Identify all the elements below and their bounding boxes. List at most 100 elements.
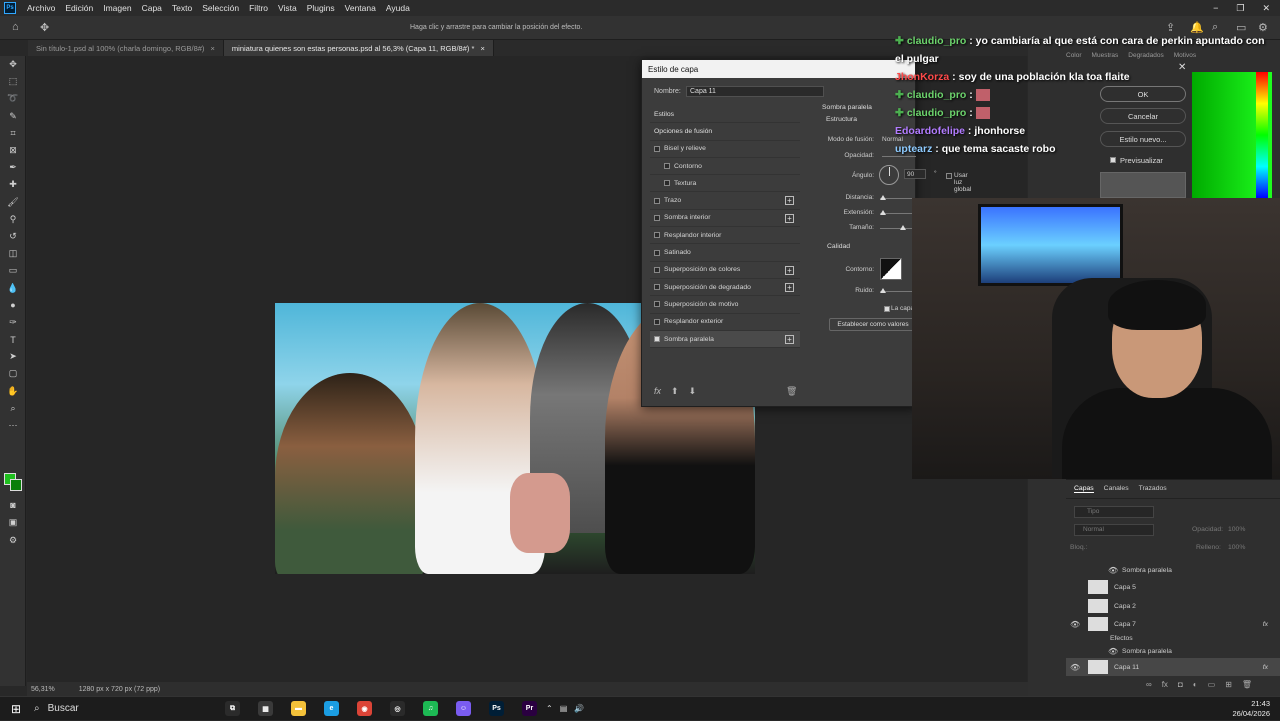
menu-seleccion[interactable]: Selección [197,3,244,13]
move-down-icon[interactable]: ⬇ [689,386,697,397]
visibility-eye-icon[interactable]: 👁 [1070,620,1080,629]
taskbar-obs-icon[interactable]: ◎ [381,697,414,721]
adjustment-icon[interactable]: ◐ [1193,680,1198,689]
layer-fx-icon[interactable]: fx [1263,664,1268,671]
taskbar-photoshop-icon[interactable]: Ps [480,697,513,721]
shape-tool-icon[interactable]: ▢ [0,365,26,382]
style-item[interactable]: Bisel y relieve [650,141,800,158]
style-checkbox[interactable] [654,232,660,239]
style-checkbox[interactable] [654,284,660,291]
layer-row[interactable]: Capa 5 [1066,578,1280,596]
taskbar-discord-icon[interactable]: ☺ [447,697,480,721]
move-tool-icon[interactable]: ✥ [40,21,49,34]
menu-imagen[interactable]: Imagen [98,3,136,13]
menu-plugins[interactable]: Plugins [302,3,340,13]
zoom-level[interactable]: 56,31% [31,686,55,693]
screen-mode-icon[interactable]: ▣ [0,514,26,531]
style-item[interactable]: Superposición de motivo [650,296,800,314]
style-checkbox[interactable] [654,214,660,221]
add-style-plus-icon[interactable]: + [785,213,794,223]
menu-capa[interactable]: Capa [137,3,167,13]
taskbar-task-view-icon[interactable]: ⧉ [216,697,249,721]
style-checkbox[interactable] [654,266,660,273]
add-style-plus-icon[interactable]: + [785,282,794,292]
size-slider[interactable] [880,225,914,230]
style-checkbox[interactable] [654,249,660,256]
menu-ayuda[interactable]: Ayuda [381,3,415,13]
style-item[interactable]: Opciones de fusión [650,123,800,141]
layer-row[interactable]: 👁 Capa 11 fx [1066,658,1280,676]
type-tool-icon[interactable]: T [0,331,26,348]
trash-icon[interactable]: 🗑 [786,386,797,397]
hand-tool-icon[interactable]: ✋ [0,383,26,400]
visibility-eye-icon[interactable]: 👁 [1108,566,1118,575]
history-brush-tool-icon[interactable]: ↺ [0,228,26,245]
global-light-checkbox[interactable] [946,173,952,179]
eyedropper-tool-icon[interactable]: ✒ [0,159,26,176]
move-up-icon[interactable]: ⬆ [671,386,679,397]
style-checkbox[interactable] [654,197,660,204]
background-color-swatch[interactable] [10,479,22,491]
new-layer-icon[interactable]: ⊞ [1225,680,1232,689]
delete-layer-icon[interactable]: 🗑 [1242,680,1252,689]
menu-filtro[interactable]: Filtro [244,3,273,13]
move-tool-icon[interactable]: ✥ [0,56,26,73]
add-style-plus-icon[interactable]: + [785,265,794,275]
close-window-icon[interactable]: ✕ [1262,3,1270,14]
crop-tool-icon[interactable]: ⌗ [0,125,26,142]
menu-vista[interactable]: Vista [273,3,302,13]
taskbar-edge-icon[interactable]: e [315,697,348,721]
network-icon[interactable]: ▤ [560,704,568,713]
dodge-tool-icon[interactable]: ● [0,297,26,314]
fx-icon[interactable]: fx [1162,680,1168,689]
tab-close-icon[interactable]: × [211,44,215,53]
lasso-tool-icon[interactable]: ➰ [0,90,26,107]
dialog-close-icon[interactable]: ✕ [1178,62,1186,73]
menu-texto[interactable]: Texto [167,3,197,13]
layer-row[interactable]: 👁 Sombra paralela [1066,561,1280,579]
style-item[interactable]: Sombra paralela + [650,330,800,349]
style-item[interactable]: Resplandor interior [650,227,800,245]
home-icon[interactable]: ⌂ [12,21,19,33]
taskbar-search[interactable]: ⌕ Buscar [26,697,216,721]
style-checkbox[interactable] [654,318,660,325]
gradient-tool-icon[interactable]: ▭ [0,262,26,279]
style-checkbox[interactable] [654,301,660,308]
opacity-value[interactable]: 100% [1228,526,1245,533]
distance-slider[interactable] [880,195,914,200]
extra-tool-icon[interactable]: ⚙ [0,532,26,549]
menu-edicion[interactable]: Edición [60,3,98,13]
set-default-button[interactable]: Establecer como valores [829,318,917,331]
stamp-tool-icon[interactable]: ⚲ [0,211,26,228]
menu-archivo[interactable]: Archivo [22,3,60,13]
style-item[interactable]: Sombra interior + [650,210,800,228]
noise-slider[interactable] [880,288,914,293]
frame-tool-icon[interactable]: ⊠ [0,142,26,159]
layer-filter-search[interactable]: Tipo [1074,506,1154,518]
angle-dial[interactable] [879,165,899,185]
taskbar-clock[interactable]: 21:43 26/04/2026 [1232,699,1280,719]
style-item[interactable]: Superposición de colores + [650,262,800,279]
more-tools-icon[interactable]: ⋯ [0,417,26,434]
visibility-eye-icon[interactable]: 👁 [1070,663,1080,672]
volume-icon[interactable]: 🔊 [574,704,584,713]
taskbar-chrome-icon[interactable]: ◉ [348,697,381,721]
quick-mask-icon[interactable]: ◙ [0,496,26,513]
group-icon[interactable]: ▭ [1208,680,1216,689]
windows-start-icon[interactable]: ⊞ [6,702,26,716]
layer-knocks-checkbox[interactable] [884,306,890,312]
contour-preview[interactable] [880,258,902,280]
minimize-icon[interactable]: − [1213,3,1218,14]
tab-layers[interactable]: Capas [1074,485,1094,493]
taskbar-premiere-icon[interactable]: Pr [513,697,546,721]
taskbar-store-icon[interactable]: ▦ [249,697,282,721]
style-item[interactable]: Resplandor exterior [650,314,800,331]
layer-name-input[interactable]: Capa 11 [686,86,824,97]
style-item[interactable]: Contorno [650,158,800,176]
style-checkbox[interactable] [654,145,660,152]
fill-value[interactable]: 100% [1228,544,1245,551]
angle-input[interactable]: 90 [904,169,926,179]
visibility-eye-icon[interactable]: 👁 [1108,647,1118,656]
taskbar-spotify-icon[interactable]: ♫ [414,697,447,721]
blend-mode-dropdown[interactable]: Normal [1074,524,1154,536]
